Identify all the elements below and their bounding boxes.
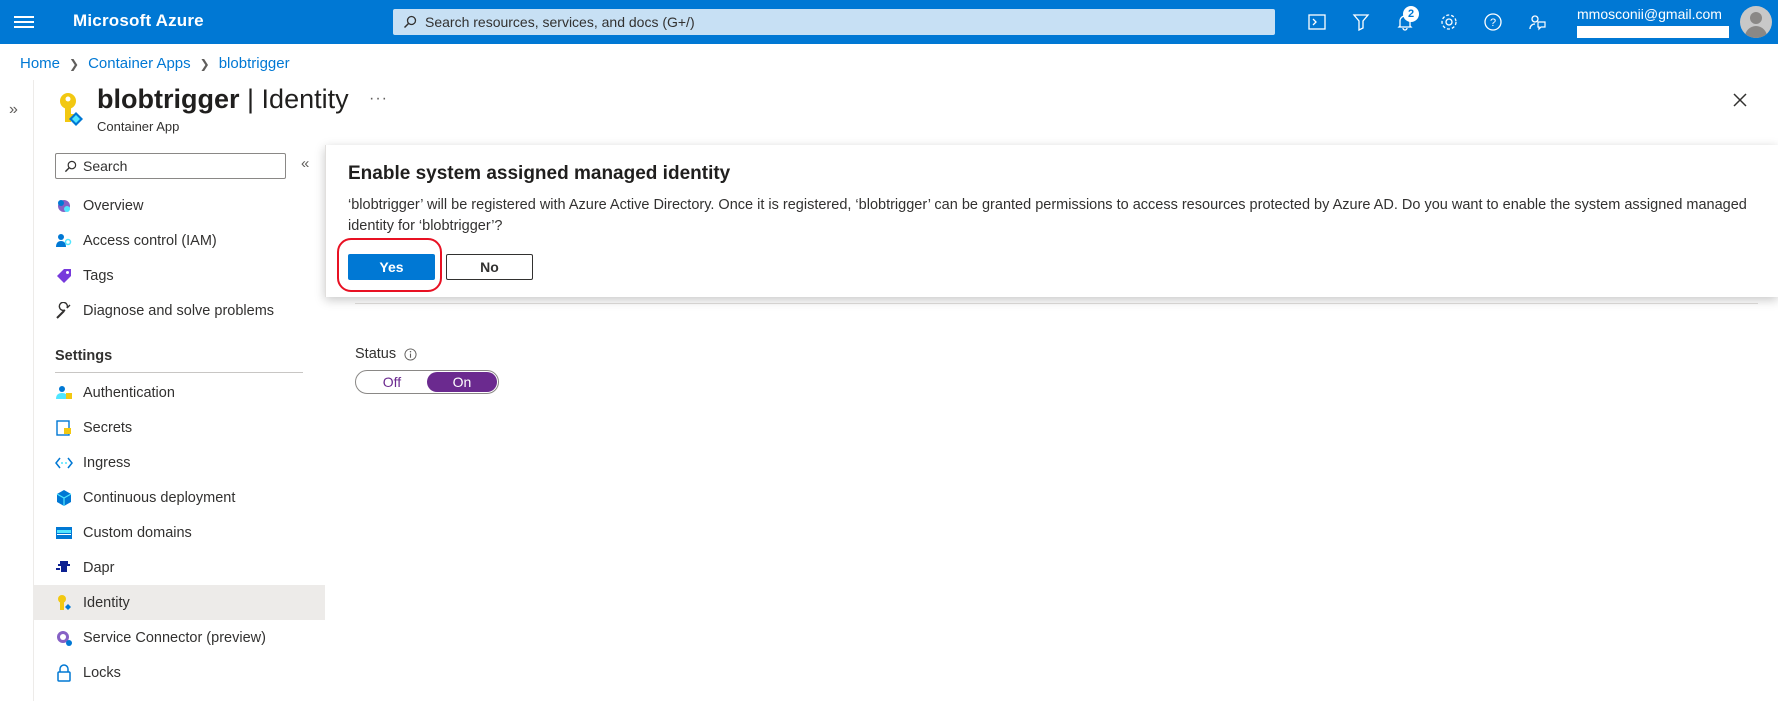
domains-icon <box>55 524 73 542</box>
breadcrumb-blobtrigger[interactable]: blobtrigger <box>219 55 290 72</box>
ingress-icon <box>55 454 73 472</box>
global-search-placeholder: Search resources, services, and docs (G+… <box>425 14 695 30</box>
sidebar-item-identity[interactable]: Identity <box>33 585 325 620</box>
account-info[interactable]: mmosconii@gmail.com <box>1577 6 1729 38</box>
dialog-message: ‘blobtrigger’ will be registered with Az… <box>348 197 1747 234</box>
search-icon <box>64 160 77 172</box>
settings-section-heading: Settings <box>55 348 113 364</box>
sidebar-item-label: Ingress <box>83 454 131 471</box>
menu-hamburger-icon[interactable] <box>14 13 34 31</box>
identity-key-icon <box>60 93 83 126</box>
sidebar-item-label: Authentication <box>83 384 175 401</box>
sidebar-item-locks[interactable]: Locks <box>33 655 325 690</box>
tag-icon <box>55 267 73 285</box>
info-icon[interactable] <box>404 347 417 361</box>
sidebar-item-label: Service Connector (preview) <box>83 629 266 646</box>
resource-type-label: Container App <box>97 119 180 134</box>
toggle-on-option[interactable]: On <box>427 372 497 392</box>
service-connector-icon <box>55 629 73 647</box>
expand-sidebar-icon[interactable]: » <box>9 101 18 119</box>
account-directory-redacted <box>1577 26 1729 38</box>
sidebar-item-label: Access control (IAM) <box>83 232 217 249</box>
lock-icon <box>55 663 73 682</box>
sidebar-item-custom-domains[interactable]: Custom domains <box>33 515 325 550</box>
breadcrumb: Home ❯ Container Apps ❯ blobtrigger <box>20 55 290 72</box>
confirmation-dialog: Enable system assigned managed identity … <box>325 145 1778 297</box>
sidebar-item-label: Custom domains <box>83 524 192 541</box>
breadcrumb-container-apps[interactable]: Container Apps <box>88 55 191 72</box>
menu-search-input[interactable]: Search <box>55 153 286 179</box>
search-icon <box>403 15 417 29</box>
yes-button-highlight <box>337 238 442 292</box>
sidebar-item-dapr[interactable]: Dapr <box>33 550 325 585</box>
global-search-input[interactable]: Search resources, services, and docs (G+… <box>393 9 1275 35</box>
resource-menu: Overview Access control (IAM) Tags Diagn… <box>33 188 325 690</box>
sidebar-item-ingress[interactable]: Ingress <box>33 445 325 480</box>
sidebar-item-diagnose[interactable]: Diagnose and solve problems <box>33 293 325 328</box>
deployment-icon <box>55 489 73 507</box>
iam-icon <box>55 232 73 250</box>
breadcrumb-home[interactable]: Home <box>20 55 60 72</box>
dapr-icon <box>55 559 73 577</box>
chevron-right-icon: ❯ <box>69 56 80 71</box>
sidebar-item-label: Diagnose and solve problems <box>83 302 275 319</box>
collapse-menu-icon[interactable]: « <box>301 155 309 172</box>
brand-title[interactable]: Microsoft Azure <box>73 11 204 31</box>
sidebar-item-overview[interactable]: Overview <box>33 188 325 223</box>
authentication-icon <box>55 384 73 402</box>
sidebar-item-authentication[interactable]: Authentication <box>33 375 325 410</box>
content-divider <box>355 303 1758 304</box>
sidebar-item-label: Locks <box>83 664 121 681</box>
identity-icon <box>55 594 73 612</box>
page-title: blobtrigger | Identity <box>97 84 349 114</box>
sidebar-item-label: Tags <box>83 267 114 284</box>
sidebar-item-label: Dapr <box>83 559 115 576</box>
avatar[interactable] <box>1740 6 1772 38</box>
notifications-icon[interactable]: 2 <box>1383 0 1427 44</box>
top-navigation-bar: Microsoft Azure Search resources, servic… <box>0 0 1778 44</box>
sidebar-item-label: Overview <box>83 197 144 214</box>
settings-icon[interactable] <box>1427 0 1471 44</box>
status-toggle[interactable]: Off On <box>355 370 499 394</box>
sidebar-item-continuous-deployment[interactable]: Continuous deployment <box>33 480 325 515</box>
menu-search-placeholder: Search <box>83 158 128 174</box>
sidebar-item-label: Secrets <box>83 419 133 436</box>
help-icon[interactable]: ? <box>1471 0 1515 44</box>
more-options-button[interactable]: ··· <box>369 90 388 108</box>
feedback-icon[interactable] <box>1515 0 1559 44</box>
directory-filter-icon[interactable] <box>1339 0 1383 44</box>
sidebar-item-access-control[interactable]: Access control (IAM) <box>33 223 325 258</box>
overview-icon <box>55 197 73 215</box>
cloud-shell-icon[interactable] <box>1295 0 1339 44</box>
svg-text:?: ? <box>1490 17 1496 29</box>
notifications-badge: 2 <box>1403 6 1419 22</box>
wrench-icon <box>55 301 73 320</box>
sidebar-item-label: Continuous deployment <box>83 489 236 506</box>
close-icon[interactable] <box>1728 88 1752 112</box>
status-label: Status <box>355 346 417 362</box>
sidebar-item-label: Identity <box>83 594 130 611</box>
account-email: mmosconii@gmail.com <box>1577 6 1722 22</box>
dialog-title: Enable system assigned managed identity <box>348 163 731 184</box>
sidebar-item-service-connector[interactable]: Service Connector (preview) <box>33 620 325 655</box>
toggle-off-option[interactable]: Off <box>357 372 427 392</box>
no-button[interactable]: No <box>446 254 533 280</box>
sidebar-item-secrets[interactable]: Secrets <box>33 410 325 445</box>
section-divider <box>55 372 303 373</box>
sidebar-item-tags[interactable]: Tags <box>33 258 325 293</box>
chevron-right-icon: ❯ <box>199 56 210 71</box>
secrets-icon <box>55 419 73 437</box>
